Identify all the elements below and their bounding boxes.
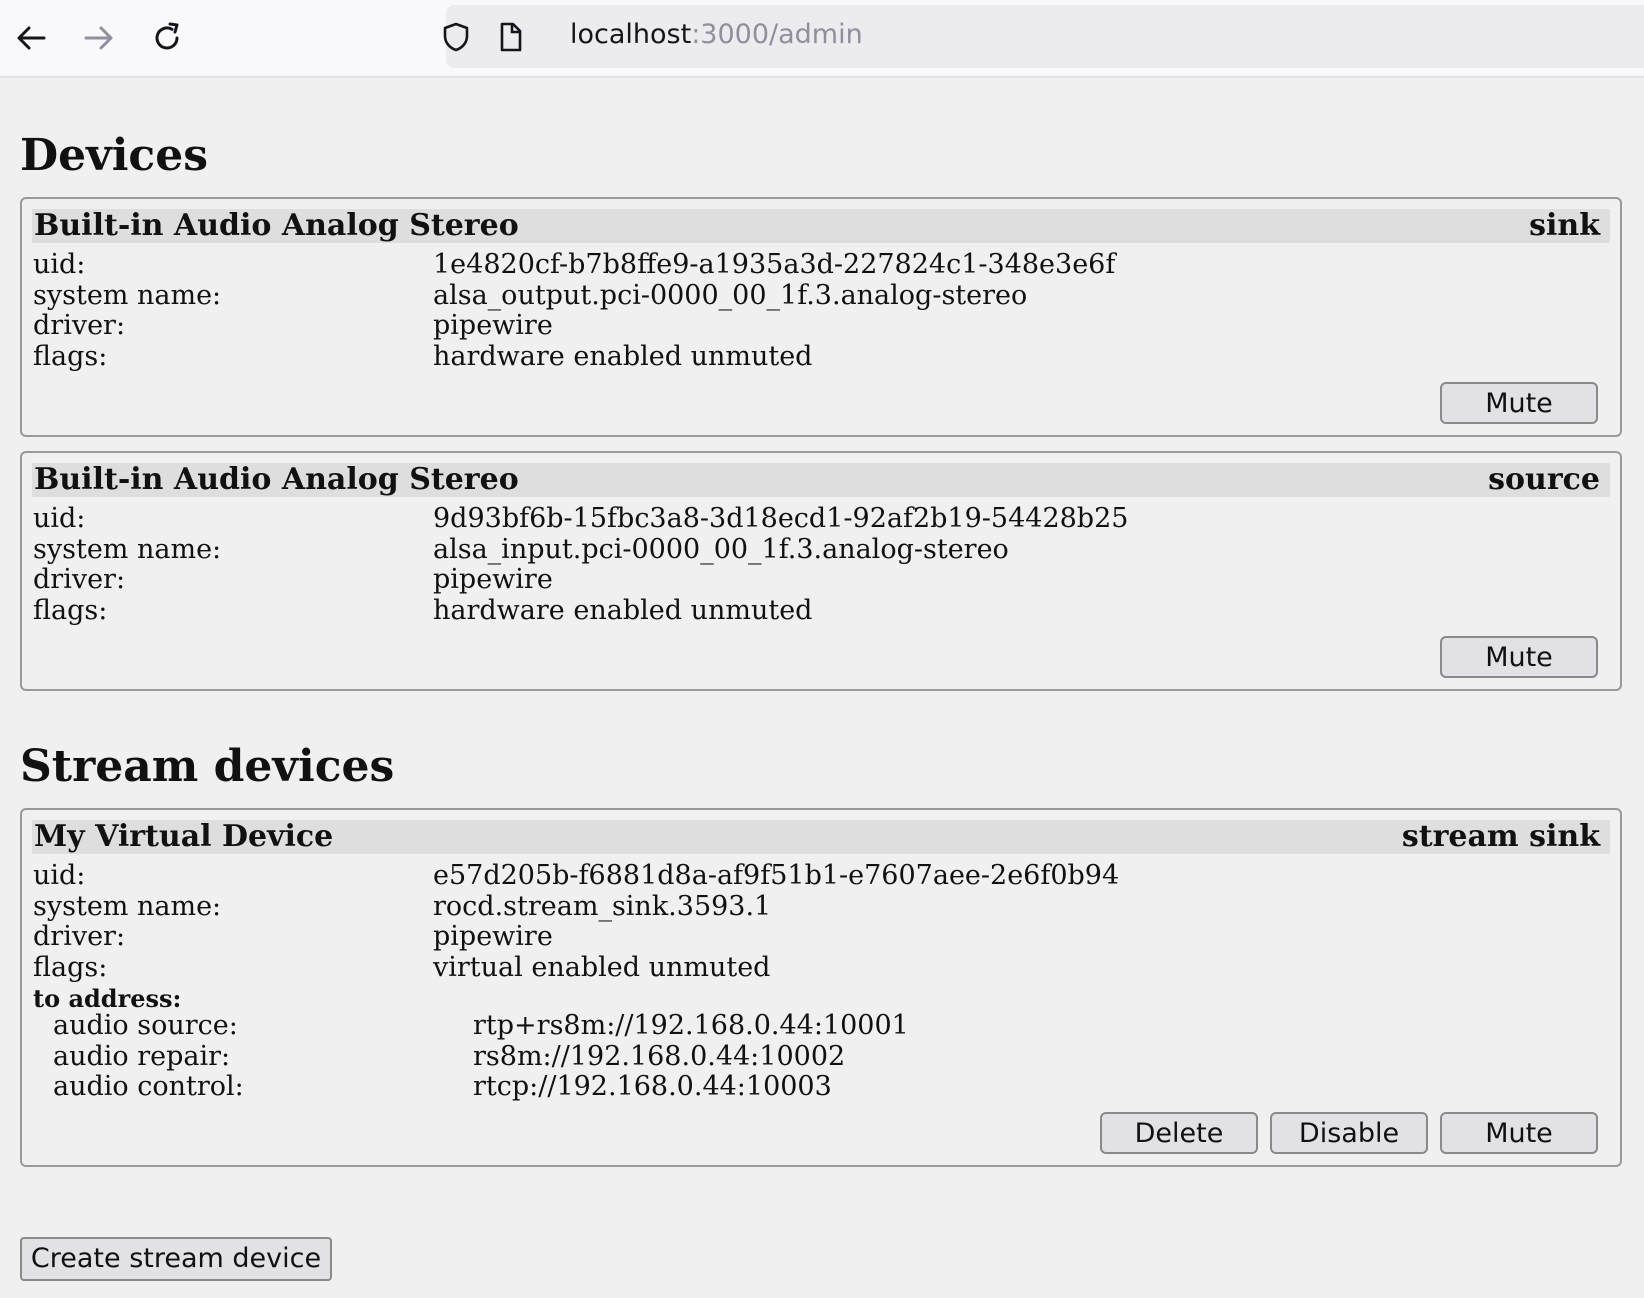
device-card-header: Built-in Audio Analog Stereo sink	[32, 209, 1610, 243]
device-card: Built-in Audio Analog Stereo source uid:…	[20, 451, 1622, 691]
field-label: flags:	[33, 952, 108, 983]
device-name: Built-in Audio Analog Stereo	[34, 208, 519, 243]
field-label: uid:	[33, 503, 86, 534]
field-value: pipewire	[433, 921, 553, 952]
field-value: e57d205b-f6881d8a-af9f51b1-e7607aee-2e6f…	[433, 860, 1120, 891]
mute-button[interactable]: Mute	[1440, 1112, 1598, 1154]
field-label: flags:	[33, 595, 108, 626]
address-value: rtcp://192.168.0.44:10003	[473, 1071, 832, 1102]
delete-button[interactable]: Delete	[1100, 1112, 1258, 1154]
stream-devices-heading: Stream devices	[20, 741, 395, 792]
address-value: rs8m://192.168.0.44:10002	[473, 1041, 846, 1072]
field-label: flags:	[33, 341, 108, 372]
device-name: My Virtual Device	[34, 819, 334, 854]
mute-button[interactable]: Mute	[1440, 382, 1598, 424]
address-label: audio repair:	[53, 1041, 231, 1072]
url-text[interactable]: localhost:3000/admin	[570, 19, 863, 50]
device-card: Built-in Audio Analog Stereo sink uid: 1e…	[20, 197, 1622, 437]
shield-icon[interactable]	[440, 21, 472, 53]
back-arrow-icon	[17, 26, 46, 50]
forward-arrow-icon	[84, 26, 113, 50]
field-value: virtual enabled unmuted	[433, 952, 771, 983]
device-kind: stream sink	[1401, 819, 1600, 854]
field-label: driver:	[33, 564, 126, 595]
address-bar[interactable]: localhost:3000/admin	[443, 5, 1644, 68]
page-icon[interactable]	[494, 21, 526, 53]
field-label: system name:	[33, 891, 222, 922]
field-label: uid:	[33, 860, 86, 891]
field-label: driver:	[33, 921, 126, 952]
reload-icon	[155, 22, 179, 50]
field-label: system name:	[33, 534, 222, 565]
url-path: :3000/admin	[691, 19, 863, 50]
field-value: 1e4820cf-b7b8ffe9-a1935a3d-227824c1-348e…	[433, 249, 1116, 280]
field-label: driver:	[33, 310, 126, 341]
device-card-header: My Virtual Device stream sink	[32, 820, 1610, 854]
device-name: Built-in Audio Analog Stereo	[34, 462, 519, 497]
to-address-label: to address:	[33, 984, 182, 1013]
field-value: rocd.stream_sink.3593.1	[433, 891, 772, 922]
field-value: 9d93bf6b-15fbc3a8-3d18ecd1-92af2b19-5442…	[433, 503, 1129, 534]
create-stream-device-button[interactable]: Create stream device	[20, 1237, 332, 1281]
address-label: audio source:	[53, 1010, 238, 1041]
address-value: rtp+rs8m://192.168.0.44:10001	[473, 1010, 909, 1041]
browser-toolbar: localhost:3000/admin	[0, 0, 1644, 78]
field-value: alsa_output.pci-0000_00_1f.3.analog-ster…	[433, 280, 1028, 311]
stream-device-card: My Virtual Device stream sink uid: e57d20…	[20, 808, 1622, 1167]
devices-heading: Devices	[20, 130, 208, 181]
field-label: system name:	[33, 280, 222, 311]
url-host: localhost	[570, 19, 692, 50]
field-value: pipewire	[433, 564, 553, 595]
field-label: uid:	[33, 249, 86, 280]
mute-button[interactable]: Mute	[1440, 636, 1598, 678]
address-label: audio control:	[53, 1071, 244, 1102]
field-value: hardware enabled unmuted	[433, 595, 813, 626]
reload-button[interactable]	[147, 18, 187, 58]
device-kind: sink	[1529, 208, 1600, 243]
field-value: hardware enabled unmuted	[433, 341, 813, 372]
device-kind: source	[1488, 462, 1600, 497]
field-value: alsa_input.pci-0000_00_1f.3.analog-stere…	[433, 534, 1009, 565]
forward-button[interactable]	[79, 18, 119, 58]
back-button[interactable]	[11, 18, 51, 58]
disable-button[interactable]: Disable	[1270, 1112, 1428, 1154]
device-card-header: Built-in Audio Analog Stereo source	[32, 463, 1610, 497]
field-value: pipewire	[433, 310, 553, 341]
